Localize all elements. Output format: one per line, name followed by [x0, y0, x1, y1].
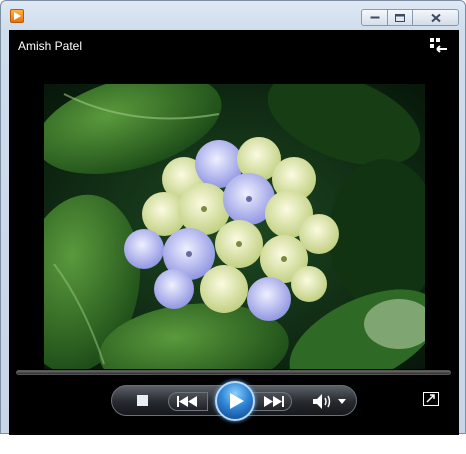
- play-button[interactable]: [215, 381, 255, 421]
- stop-icon[interactable]: [136, 394, 149, 407]
- fullscreen-icon[interactable]: [423, 392, 439, 406]
- hydrangea-flower-photo: [44, 84, 425, 369]
- chevron-down-icon[interactable]: [338, 399, 346, 404]
- maximize-icon: [395, 13, 405, 22]
- switch-to-library-icon[interactable]: [429, 37, 449, 53]
- media-player-window: Amish Patel WINDATA.RU: [0, 0, 466, 454]
- seek-bar[interactable]: [16, 370, 451, 375]
- watermark: WINDATA.RU: [327, 434, 462, 454]
- maximize-button[interactable]: [387, 9, 413, 26]
- minimize-icon: [370, 16, 379, 18]
- next-button[interactable]: [252, 392, 292, 411]
- previous-button[interactable]: [168, 392, 208, 411]
- play-icon: [230, 393, 244, 409]
- title-bar[interactable]: [1, 1, 465, 31]
- media-player-app-icon[interactable]: [10, 9, 24, 23]
- close-icon: [430, 13, 441, 22]
- playback-controls: [111, 381, 357, 421]
- close-button[interactable]: [412, 9, 459, 26]
- video-frame[interactable]: [44, 84, 425, 369]
- next-icon: [264, 396, 284, 407]
- previous-icon: [177, 396, 197, 407]
- minimize-button[interactable]: [361, 9, 388, 26]
- player-area: Amish Patel WINDATA.RU: [9, 30, 461, 454]
- speaker-icon[interactable]: [312, 393, 334, 410]
- media-title: Amish Patel: [18, 39, 83, 53]
